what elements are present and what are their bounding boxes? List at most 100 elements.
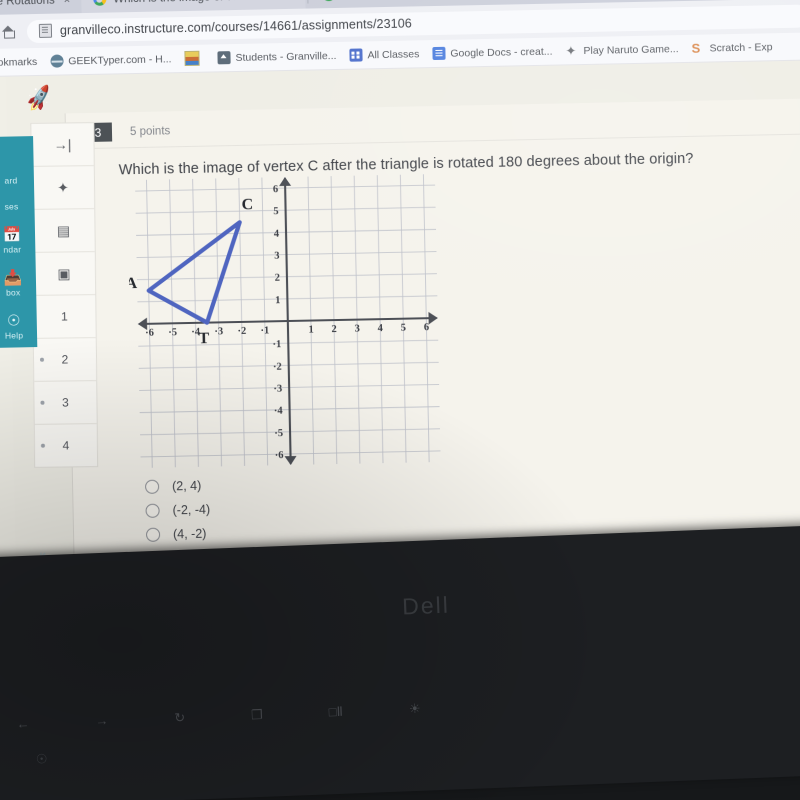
key-reload-icon[interactable]: ↻ (174, 710, 186, 726)
key-window-switch-icon[interactable]: □Ⅱ (328, 704, 343, 721)
svg-text:1: 1 (275, 295, 280, 306)
tab-close-icon[interactable]: × (62, 0, 73, 6)
bookmark-label: Play Naruto Game... (583, 42, 679, 57)
bookmark-scratch[interactable]: S Scratch - Exp (691, 40, 773, 56)
quiz-nav-pin[interactable]: ✦ (31, 166, 95, 210)
bookmark-label: Scratch - Exp (709, 40, 773, 54)
brand-logo: Dell (401, 591, 451, 620)
radio-button[interactable] (144, 479, 160, 494)
status-dot (40, 443, 45, 448)
quiz-nav-question-3[interactable]: 3 (34, 381, 97, 425)
svg-text:4: 4 (378, 323, 384, 334)
gnav-item-label: box (5, 287, 21, 298)
quiz-nav-question-2[interactable]: 2 (33, 338, 97, 382)
tab-title: ree Rotations (0, 0, 55, 8)
svg-text:5: 5 (401, 323, 406, 334)
svg-text:·6: ·6 (275, 450, 284, 461)
google-icon (321, 0, 336, 2)
pin-icon: ✦ (57, 178, 69, 196)
url-text: granvilleco.instructure.com/courses/1466… (59, 16, 412, 38)
bookmark-geektyper[interactable]: GEEKTyper.com - H... (50, 52, 172, 68)
quiz-nav-notes[interactable]: ▤ (32, 209, 95, 253)
page-info-icon[interactable] (38, 23, 53, 38)
quiz-nav-question-4[interactable]: 4 (35, 424, 97, 467)
radio-button[interactable] (145, 503, 160, 518)
svg-text:1: 1 (308, 324, 313, 335)
svg-text:T: T (198, 330, 209, 347)
new-tab-button[interactable]: + (532, 0, 566, 4)
bookmark-label: All Classes (367, 47, 420, 61)
key-fullscreen-icon[interactable]: ❐ (251, 707, 263, 723)
question-points: 5 points (129, 124, 171, 138)
bookmark-play-naruto-game[interactable]: ✦ Play Naruto Game... (565, 42, 679, 59)
laptop-bezel: Dell ← → ↻ ❐ □Ⅱ ☀ ☉ (0, 524, 800, 800)
svg-text:5: 5 (273, 206, 278, 217)
key-forward-icon[interactable]: → (95, 713, 109, 729)
key-secondary-icon[interactable]: ☉ (35, 751, 47, 767)
svg-text:·1: ·1 (272, 339, 281, 350)
tab-title: Which is the image of vertex C a (113, 0, 279, 5)
gnav-item-label: ses (4, 201, 19, 212)
gnav-spacer (0, 140, 34, 167)
gnav-item-courses[interactable]: ses (0, 192, 35, 219)
answer-label: (-2, -4) (172, 502, 211, 518)
keyboard-row-1: ← → ↻ ❐ □Ⅱ ☀ (16, 687, 776, 732)
coordinate-plane-graph: ·6·5·4·3·2·1 1 2 3 4 5 6 6 5 4 3 2 1·1·2·3·4·5·6 CAT (127, 168, 449, 474)
bookmark-label: Google Docs - creat... (450, 45, 553, 60)
bookmark-google-docs[interactable]: Google Docs - creat... (432, 45, 553, 61)
gnav-item-label: ard (4, 175, 18, 186)
svg-text:3: 3 (354, 324, 359, 335)
answer-option-3[interactable]: (4, -2) (145, 526, 211, 542)
svg-text:·5: ·5 (274, 428, 283, 439)
gnav-item-inbox[interactable]: 📥 box (0, 261, 36, 305)
tab-close-icon[interactable]: × (286, 0, 297, 1)
help-icon: ☉ (6, 312, 21, 330)
google-docs-icon (432, 46, 446, 61)
svg-text:·3: ·3 (214, 326, 223, 337)
quiz-nav-collapse-toggle[interactable]: →| (31, 123, 94, 167)
quiz-nav-question-number: 2 (61, 352, 69, 367)
quiz-nav-question-1[interactable]: 1 (33, 295, 96, 339)
answer-label: (2, 4) (171, 478, 202, 494)
bookmarks-label-text: okmarks (0, 55, 38, 69)
answer-label: (4, -2) (172, 526, 207, 542)
svg-text:·2: ·2 (273, 361, 282, 372)
key-back-icon[interactable]: ← (16, 716, 30, 732)
keyboard-row-2: ☉ (35, 722, 795, 767)
school-icon (217, 51, 231, 65)
svg-text:·3: ·3 (273, 384, 282, 395)
gnav-item-help[interactable]: ☉ Help (0, 304, 37, 348)
quiz-nav-question-number: 4 (62, 438, 70, 453)
home-icon[interactable] (1, 24, 16, 39)
laptop-photo: ree Rotations × Which is the image of ve… (0, 0, 800, 800)
gnav-item-label: Help (4, 330, 24, 341)
svg-text:·2: ·2 (237, 326, 246, 337)
answer-option-1[interactable]: (2, 4) (144, 478, 210, 494)
answer-option-2[interactable]: (-2, -4) (145, 503, 210, 518)
quiz-nav-flag[interactable]: ▣ (32, 252, 96, 296)
canvas-global-nav: ard ses 📅 ndar 📥 box ☉ Help (0, 136, 38, 348)
star-icon: ✦ (565, 43, 577, 59)
inbox-icon: 📥 (3, 269, 23, 287)
svg-text:·4: ·4 (274, 406, 284, 417)
bookmark-multiplication-chart[interactable] (184, 50, 204, 67)
notes-icon: ▤ (56, 221, 71, 239)
calendar-icon: 📅 (2, 226, 22, 244)
globe-icon (50, 54, 64, 68)
quiz-nav-question-number: 1 (61, 309, 68, 324)
arrow-to-line-icon: →| (53, 136, 72, 153)
quiz-navigation-panel: →| ✦ ▤ ▣ 1 2 3 4 (30, 122, 99, 468)
svg-text:2: 2 (275, 273, 280, 284)
radio-button[interactable] (145, 527, 161, 542)
bookmark-all-classes[interactable]: All Classes (349, 47, 420, 62)
quiz-nav-question-number: 3 (62, 395, 69, 410)
browser-tab-1[interactable]: ree Rotations × (0, 0, 81, 15)
key-brightness-icon[interactable]: ☀ (409, 701, 421, 717)
gnav-item-dashboard[interactable]: ard (0, 166, 34, 193)
gnav-item-calendar[interactable]: 📅 ndar (0, 218, 36, 262)
svg-text:·6: ·6 (145, 328, 154, 339)
bookmark-students-granville[interactable]: Students - Granville... (217, 49, 337, 65)
svg-text:·5: ·5 (168, 327, 177, 338)
svg-text:A: A (127, 275, 138, 292)
graph-svg: ·6·5·4·3·2·1 1 2 3 4 5 6654321·1·2·3·4·5·6 CAT (127, 174, 441, 468)
